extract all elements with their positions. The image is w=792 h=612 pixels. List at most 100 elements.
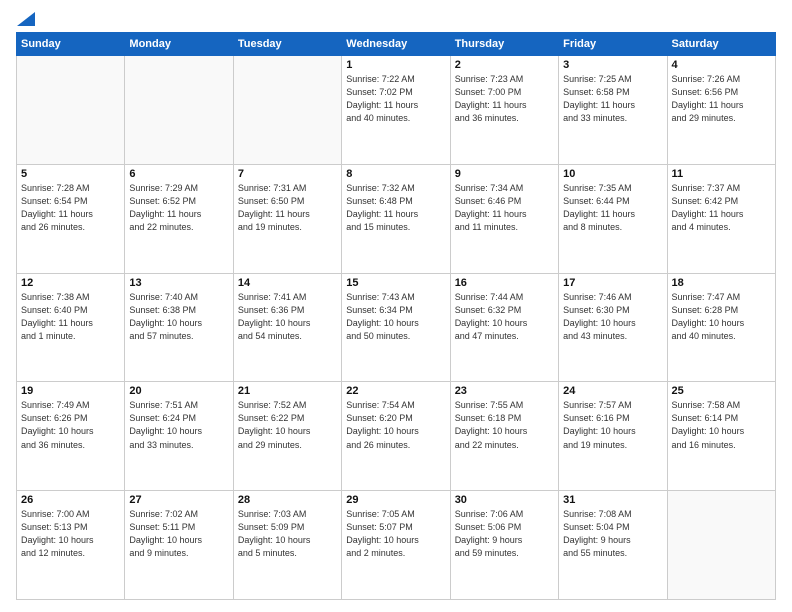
day-detail: Sunrise: 7:26 AM Sunset: 6:56 PM Dayligh… [672,73,771,125]
day-number: 25 [672,385,771,397]
day-number: 2 [455,59,554,71]
calendar-cell: 28 Sunrise: 7:03 AM Sunset: 5:09 PM Dayli… [233,491,341,600]
day-detail: Sunrise: 7:02 AM Sunset: 5:11 PM Dayligh… [129,508,228,560]
day-number: 23 [455,385,554,397]
day-number: 10 [563,168,662,180]
day-detail: Sunrise: 7:37 AM Sunset: 6:42 PM Dayligh… [672,182,771,234]
day-number: 16 [455,277,554,289]
calendar-cell: 23 Sunrise: 7:55 AM Sunset: 6:18 PM Dayli… [450,382,558,491]
day-number: 22 [346,385,445,397]
day-detail: Sunrise: 7:28 AM Sunset: 6:54 PM Dayligh… [21,182,120,234]
day-detail: Sunrise: 7:44 AM Sunset: 6:32 PM Dayligh… [455,291,554,343]
day-detail: Sunrise: 7:32 AM Sunset: 6:48 PM Dayligh… [346,182,445,234]
calendar-cell: 17 Sunrise: 7:46 AM Sunset: 6:30 PM Dayli… [559,273,667,382]
calendar-cell: 30 Sunrise: 7:06 AM Sunset: 5:06 PM Dayli… [450,491,558,600]
calendar-cell: 22 Sunrise: 7:54 AM Sunset: 6:20 PM Dayli… [342,382,450,491]
weekday-header-friday: Friday [559,33,667,56]
day-number: 7 [238,168,337,180]
calendar-cell: 5 Sunrise: 7:28 AM Sunset: 6:54 PM Daylig… [17,164,125,273]
day-detail: Sunrise: 7:34 AM Sunset: 6:46 PM Dayligh… [455,182,554,234]
weekday-header-wednesday: Wednesday [342,33,450,56]
day-detail: Sunrise: 7:46 AM Sunset: 6:30 PM Dayligh… [563,291,662,343]
day-detail: Sunrise: 7:25 AM Sunset: 6:58 PM Dayligh… [563,73,662,125]
weekday-header-thursday: Thursday [450,33,558,56]
day-number: 1 [346,59,445,71]
calendar-table: SundayMondayTuesdayWednesdayThursdayFrid… [16,32,776,600]
day-number: 27 [129,494,228,506]
day-detail: Sunrise: 7:03 AM Sunset: 5:09 PM Dayligh… [238,508,337,560]
day-number: 18 [672,277,771,289]
day-number: 24 [563,385,662,397]
day-detail: Sunrise: 7:35 AM Sunset: 6:44 PM Dayligh… [563,182,662,234]
calendar-week-0: 1 Sunrise: 7:22 AM Sunset: 7:02 PM Daylig… [17,56,776,165]
day-detail: Sunrise: 7:58 AM Sunset: 6:14 PM Dayligh… [672,399,771,451]
calendar-cell: 25 Sunrise: 7:58 AM Sunset: 6:14 PM Dayli… [667,382,775,491]
calendar-week-2: 12Sunrise: 7:38 AM Sunset: 6:40 PM Dayli… [17,273,776,382]
calendar-cell [125,56,233,165]
day-number: 3 [563,59,662,71]
calendar-cell: 19Sunrise: 7:49 AM Sunset: 6:26 PM Dayli… [17,382,125,491]
calendar-cell: 29 Sunrise: 7:05 AM Sunset: 5:07 PM Dayli… [342,491,450,600]
day-detail: Sunrise: 7:29 AM Sunset: 6:52 PM Dayligh… [129,182,228,234]
day-number: 28 [238,494,337,506]
day-detail: Sunrise: 7:06 AM Sunset: 5:06 PM Dayligh… [455,508,554,560]
day-number: 26 [21,494,120,506]
calendar-cell: 1 Sunrise: 7:22 AM Sunset: 7:02 PM Daylig… [342,56,450,165]
day-detail: Sunrise: 7:57 AM Sunset: 6:16 PM Dayligh… [563,399,662,451]
day-detail: Sunrise: 7:08 AM Sunset: 5:04 PM Dayligh… [563,508,662,560]
page: SundayMondayTuesdayWednesdayThursdayFrid… [0,0,792,612]
calendar-cell: 12Sunrise: 7:38 AM Sunset: 6:40 PM Dayli… [17,273,125,382]
day-number: 20 [129,385,228,397]
day-number: 4 [672,59,771,71]
day-number: 29 [346,494,445,506]
day-number: 8 [346,168,445,180]
calendar-cell: 4 Sunrise: 7:26 AM Sunset: 6:56 PM Daylig… [667,56,775,165]
day-number: 30 [455,494,554,506]
calendar-week-4: 26 Sunrise: 7:00 AM Sunset: 5:13 PM Dayli… [17,491,776,600]
day-detail: Sunrise: 7:43 AM Sunset: 6:34 PM Dayligh… [346,291,445,343]
day-number: 21 [238,385,337,397]
day-detail: Sunrise: 7:31 AM Sunset: 6:50 PM Dayligh… [238,182,337,234]
calendar-cell: 8 Sunrise: 7:32 AM Sunset: 6:48 PM Daylig… [342,164,450,273]
day-number: 13 [129,277,228,289]
calendar-cell: 16 Sunrise: 7:44 AM Sunset: 6:32 PM Dayli… [450,273,558,382]
calendar-cell: 6 Sunrise: 7:29 AM Sunset: 6:52 PM Daylig… [125,164,233,273]
weekday-header-sunday: Sunday [17,33,125,56]
day-number: 31 [563,494,662,506]
day-detail: Sunrise: 7:55 AM Sunset: 6:18 PM Dayligh… [455,399,554,451]
header [16,12,776,24]
day-number: 12 [21,277,120,289]
day-number: 19 [21,385,120,397]
day-number: 9 [455,168,554,180]
day-detail: Sunrise: 7:47 AM Sunset: 6:28 PM Dayligh… [672,291,771,343]
day-number: 15 [346,277,445,289]
logo [16,12,36,24]
calendar-week-1: 5 Sunrise: 7:28 AM Sunset: 6:54 PM Daylig… [17,164,776,273]
day-detail: Sunrise: 7:22 AM Sunset: 7:02 PM Dayligh… [346,73,445,125]
calendar-cell: 10 Sunrise: 7:35 AM Sunset: 6:44 PM Dayli… [559,164,667,273]
day-number: 6 [129,168,228,180]
day-number: 14 [238,277,337,289]
day-detail: Sunrise: 7:52 AM Sunset: 6:22 PM Dayligh… [238,399,337,451]
calendar-cell: 24 Sunrise: 7:57 AM Sunset: 6:16 PM Dayli… [559,382,667,491]
calendar-cell: 9 Sunrise: 7:34 AM Sunset: 6:46 PM Daylig… [450,164,558,273]
calendar-cell: 11Sunrise: 7:37 AM Sunset: 6:42 PM Dayli… [667,164,775,273]
calendar-cell: 14 Sunrise: 7:41 AM Sunset: 6:36 PM Dayli… [233,273,341,382]
calendar-cell: 27 Sunrise: 7:02 AM Sunset: 5:11 PM Dayli… [125,491,233,600]
calendar-cell [667,491,775,600]
day-detail: Sunrise: 7:54 AM Sunset: 6:20 PM Dayligh… [346,399,445,451]
calendar-header-row: SundayMondayTuesdayWednesdayThursdayFrid… [17,33,776,56]
calendar-cell: 26 Sunrise: 7:00 AM Sunset: 5:13 PM Dayli… [17,491,125,600]
calendar-cell: 18 Sunrise: 7:47 AM Sunset: 6:28 PM Dayli… [667,273,775,382]
calendar-cell: 3 Sunrise: 7:25 AM Sunset: 6:58 PM Daylig… [559,56,667,165]
day-detail: Sunrise: 7:41 AM Sunset: 6:36 PM Dayligh… [238,291,337,343]
calendar-cell: 21 Sunrise: 7:52 AM Sunset: 6:22 PM Dayli… [233,382,341,491]
calendar-cell: 13Sunrise: 7:40 AM Sunset: 6:38 PM Dayli… [125,273,233,382]
day-detail: Sunrise: 7:05 AM Sunset: 5:07 PM Dayligh… [346,508,445,560]
day-detail: Sunrise: 7:00 AM Sunset: 5:13 PM Dayligh… [21,508,120,560]
calendar-cell: 20Sunrise: 7:51 AM Sunset: 6:24 PM Dayli… [125,382,233,491]
day-number: 5 [21,168,120,180]
calendar-week-3: 19Sunrise: 7:49 AM Sunset: 6:26 PM Dayli… [17,382,776,491]
day-number: 17 [563,277,662,289]
weekday-header-tuesday: Tuesday [233,33,341,56]
